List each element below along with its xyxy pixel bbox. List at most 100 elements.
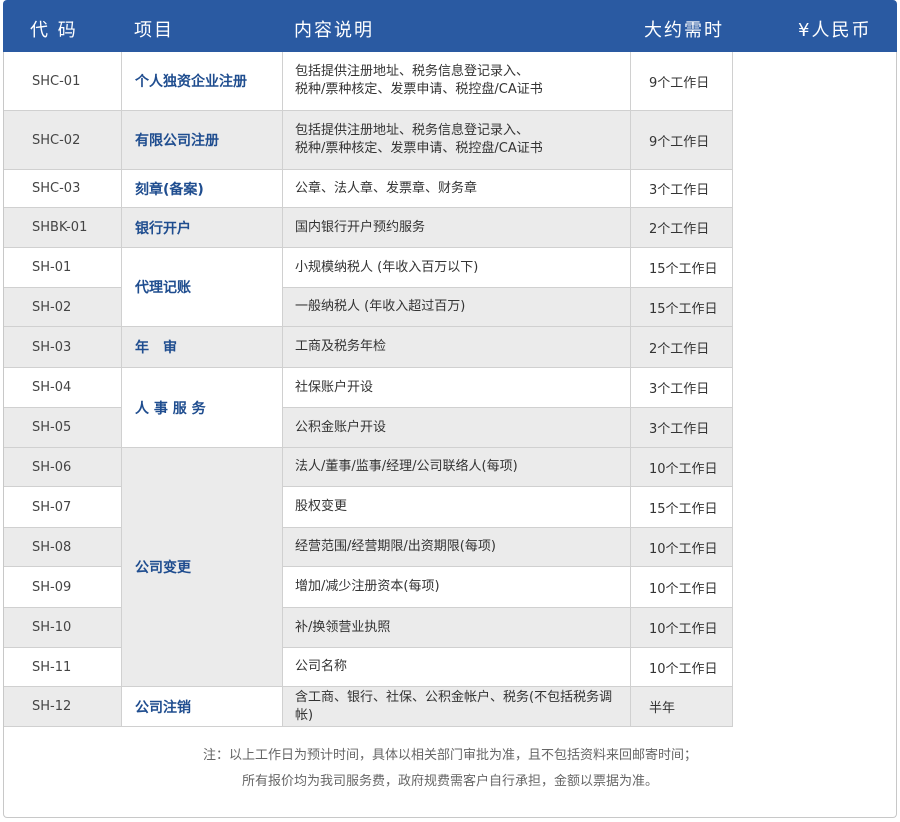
row-desc-text: 含工商、银行、社保、公积金帐户、税务(不包括税务调帐) — [295, 689, 613, 723]
row-item-text: 银行开户 — [135, 220, 191, 237]
row-item: 个人独资企业注册 — [122, 52, 283, 111]
row-desc-text: 公积金账户开设 — [295, 419, 387, 435]
row-desc: 公章、法人章、发票章、财务章 — [283, 170, 631, 208]
row-desc: 公司名称 — [283, 648, 631, 687]
row-time: 半年 — [631, 687, 733, 727]
row-time-text: 3个工作日 — [649, 183, 710, 198]
row-time-text: 15个工作日 — [649, 262, 718, 277]
row-time-text: 10个工作日 — [649, 581, 718, 597]
row-desc: 含工商、银行、社保、公积金帐户、税务(不包括税务调帐) — [283, 687, 631, 727]
row-code: SH-07 — [4, 487, 122, 528]
row-time: 15个工作日 — [631, 248, 733, 288]
row-code: SH-12 — [4, 687, 122, 727]
row-item: 银行开户 — [122, 208, 283, 248]
row-item-text: 人 事 服 务 — [135, 400, 206, 417]
row-code: SH-01 — [4, 248, 122, 288]
row-code: SH-06 — [4, 448, 122, 487]
row-code: SH-05 — [4, 408, 122, 448]
row-time: 9个工作日 — [631, 111, 733, 170]
row-time-text: 2个工作日 — [649, 341, 710, 357]
row-desc: 经营范围/经营期限/出资期限(每项) — [283, 528, 631, 567]
row-desc: 补/换领营业执照 — [283, 608, 631, 648]
row-code-text: SHC-03 — [32, 181, 81, 196]
row-time: 15个工作日 — [631, 288, 733, 327]
note-line-1: 注：以上工作日为预计时间，具体以相关部门审批为准，且不包括资料来回邮寄时间； — [202, 748, 697, 763]
row-code: SHC-02 — [4, 111, 122, 170]
row-code-text: SH-05 — [32, 420, 72, 435]
row-desc: 股权变更 — [283, 487, 631, 528]
row-code: SH-03 — [4, 327, 122, 368]
row-time-text: 9个工作日 — [649, 134, 710, 150]
note-line-2: 所有报价均为我司服务费，政府规费需客户自行承担，金额以票据为准。 — [241, 774, 658, 789]
row-time: 15个工作日 — [631, 487, 733, 528]
row-item-text: 有限公司注册 — [135, 133, 219, 149]
row-time-text: 2个工作日 — [649, 222, 710, 237]
row-desc: 法人/董事/监事/经理/公司联络人(每项) — [283, 448, 631, 487]
row-time-text: 15个工作日 — [649, 301, 718, 317]
row-desc-text: 经营范围/经营期限/出资期限(每项) — [295, 539, 496, 554]
table-header: 代 码 项目 内容说明 大约需时 ¥人民币 — [3, 0, 897, 52]
row-desc-text: 公章、法人章、发票章、财务章 — [295, 180, 478, 196]
row-time: 9个工作日 — [631, 52, 733, 111]
row-item: 年 审 — [122, 327, 283, 368]
row-code: SH-09 — [4, 567, 122, 608]
row-desc-text: 法人/董事/监事/经理/公司联络人(每项) — [295, 459, 518, 474]
row-time-text: 15个工作日 — [649, 501, 718, 517]
row-desc-text: 增加/减少注册资本(每项) — [295, 579, 440, 594]
row-time: 2个工作日 — [631, 327, 733, 368]
row-item-text: 公司注销 — [135, 699, 191, 716]
row-time-text: 10个工作日 — [649, 661, 718, 677]
row-desc: 工商及税务年检 — [283, 327, 631, 368]
row-desc: 社保账户开设 — [283, 368, 631, 408]
row-desc: 一般纳税人 (年收入超过百万) — [283, 288, 631, 327]
row-time-text: 半年 — [649, 701, 676, 716]
row-time-text: 3个工作日 — [649, 422, 710, 437]
row-item: 公司变更 — [122, 448, 283, 687]
row-desc-text: 股权变更 — [295, 499, 348, 514]
row-desc-text: 社保账户开设 — [295, 379, 374, 395]
row-item-text: 代理记账 — [135, 280, 191, 296]
row-desc: 增加/减少注册资本(每项) — [283, 567, 631, 608]
row-code-text: SH-01 — [32, 260, 72, 275]
row-code-text: SHC-02 — [32, 132, 81, 148]
row-desc-text: 包括提供注册地址、税务信息登记录入、 税种/票种核定、发票申请、税控盘/CA证书 — [295, 64, 543, 97]
row-item: 代理记账 — [122, 248, 283, 327]
row-time: 10个工作日 — [631, 648, 733, 687]
row-item-text: 个人独资企业注册 — [135, 74, 247, 90]
row-time: 3个工作日 — [631, 368, 733, 408]
row-time-text: 9个工作日 — [649, 75, 710, 91]
row-code-text: SH-07 — [32, 499, 72, 515]
row-code: SH-11 — [4, 648, 122, 687]
row-time: 10个工作日 — [631, 528, 733, 567]
row-code-text: SH-02 — [32, 299, 72, 315]
table-note: 注：以上工作日为预计时间，具体以相关部门审批为准，且不包括资料来回邮寄时间； 所… — [3, 727, 897, 818]
row-desc: 包括提供注册地址、税务信息登记录入、 税种/票种核定、发票申请、税控盘/CA证书 — [283, 111, 631, 170]
price-table-body: SHC-01 包括提供注册地址、税务信息登记录入、 税种/票种核定、发票申请、税控… — [3, 52, 897, 727]
row-code: SH-08 — [4, 528, 122, 567]
row-time-text: 10个工作日 — [649, 461, 718, 477]
row-time-text: 3个工作日 — [649, 382, 710, 397]
row-code-text: SH-04 — [32, 380, 72, 395]
row-code-text: SH-03 — [32, 339, 72, 355]
row-code-text: SH-11 — [32, 659, 72, 675]
row-code-text: SHC-01 — [32, 73, 81, 89]
row-time-text: 10个工作日 — [649, 622, 718, 637]
row-time: 10个工作日 — [631, 608, 733, 648]
row-code: SH-04 — [4, 368, 122, 408]
row-desc: 公积金账户开设 — [283, 408, 631, 448]
price-table-frame: 代 码 项目 内容说明 大约需时 ¥人民币 SHC-01 包括提供注册地址、税务信… — [3, 0, 897, 818]
row-time: 10个工作日 — [631, 567, 733, 608]
row-code-text: SH-08 — [32, 539, 72, 555]
row-code-text: SH-10 — [32, 620, 72, 635]
row-time: 10个工作日 — [631, 448, 733, 487]
row-code-text: SH-06 — [32, 459, 72, 475]
row-desc-text: 一般纳税人 (年收入超过百万) — [295, 299, 466, 314]
row-item: 有限公司注册 — [122, 111, 283, 170]
row-code: SHBK-01 — [4, 208, 122, 248]
row-desc-text: 补/换领营业执照 — [295, 619, 391, 635]
row-desc-text: 小规模纳税人 (年收入百万以下) — [295, 259, 479, 275]
row-code-text: SH-12 — [32, 699, 72, 714]
row-item: 公司注销 — [122, 687, 283, 727]
row-desc-text: 公司名称 — [295, 659, 348, 674]
row-code: SH-02 — [4, 288, 122, 327]
